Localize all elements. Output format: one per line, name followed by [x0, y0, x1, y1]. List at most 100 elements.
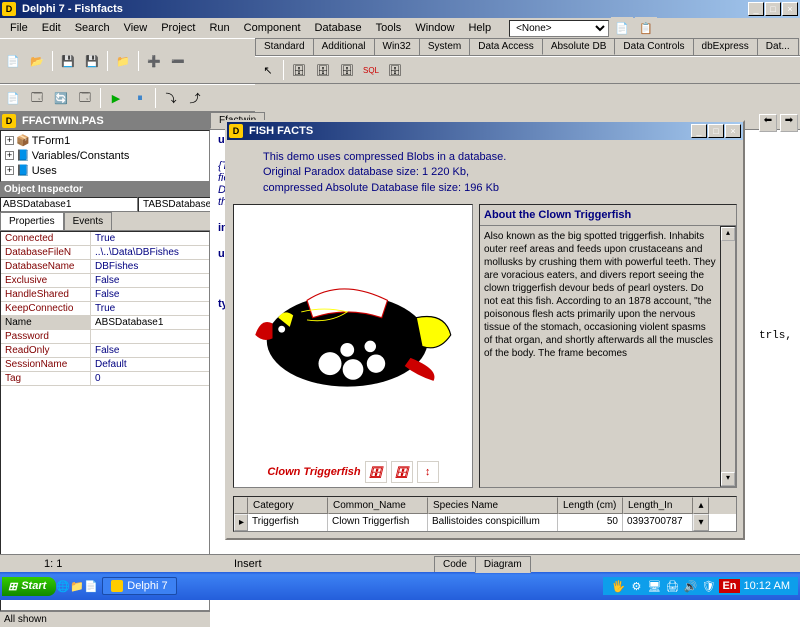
oi-prop-value[interactable]: True: [91, 302, 209, 315]
diagram-tab[interactable]: Diagram: [475, 556, 531, 573]
oi-prop-value[interactable]: ABSDatabase1: [91, 316, 209, 329]
oi-prop-value[interactable]: DBFishes: [91, 260, 209, 273]
oi-prop-name[interactable]: HandleShared: [1, 288, 91, 301]
oi-prop-name[interactable]: KeepConnectio: [1, 302, 91, 315]
palette-tab-absolutedb[interactable]: Absolute DB: [542, 38, 616, 55]
oi-prop-value[interactable]: 0: [91, 372, 209, 385]
oi-prop-value[interactable]: False: [91, 274, 209, 287]
code-tree[interactable]: +📦TForm1 +📘Variables/Constants +📘Uses: [0, 130, 210, 182]
grid-cell[interactable]: Ballistoides conspicillum: [428, 514, 558, 531]
grid-cell[interactable]: Clown Triggerfish: [328, 514, 428, 531]
menu-view[interactable]: View: [118, 20, 154, 36]
minimize-button[interactable]: _: [691, 124, 707, 138]
oi-prop-name[interactable]: ReadOnly: [1, 344, 91, 357]
quicklaunch-icon[interactable]: 📄: [84, 579, 98, 593]
maximize-button[interactable]: □: [765, 2, 781, 16]
menu-database[interactable]: Database: [309, 20, 368, 36]
project-combo[interactable]: <None>: [509, 20, 609, 37]
palette-tab-win32[interactable]: Win32: [374, 38, 420, 55]
oi-prop-value[interactable]: [91, 330, 209, 343]
oi-prop-value[interactable]: True: [91, 232, 209, 245]
scroll-down-icon[interactable]: ▾: [721, 472, 735, 486]
oi-tab-properties[interactable]: Properties: [0, 212, 64, 230]
oi-prop-name[interactable]: DatabaseFileN: [1, 246, 91, 259]
menu-window[interactable]: Window: [409, 20, 460, 36]
menu-file[interactable]: File: [4, 20, 34, 36]
expand-icon[interactable]: +: [5, 166, 14, 175]
palette-tab-more[interactable]: Dat...: [757, 38, 799, 55]
fish-description[interactable]: Also known as the big spotted triggerfis…: [480, 226, 720, 487]
add-file-button[interactable]: ➕: [143, 50, 165, 72]
oi-tab-events[interactable]: Events: [64, 212, 113, 230]
quicklaunch-icon[interactable]: 🌐: [56, 579, 70, 593]
col-header[interactable]: Length_In: [623, 497, 693, 514]
col-header[interactable]: Category: [248, 497, 328, 514]
db-nav-icon[interactable]: 🗄: [391, 461, 413, 483]
run-button[interactable]: ▶: [105, 87, 127, 109]
toggle-button[interactable]: 🔄: [50, 87, 72, 109]
expand-icon[interactable]: +: [5, 136, 14, 145]
oi-prop-name[interactable]: Password: [1, 330, 91, 343]
quicklaunch-icon[interactable]: 📁: [70, 579, 84, 593]
col-header[interactable]: Species Name: [428, 497, 558, 514]
pause-button[interactable]: ⏸: [129, 87, 151, 109]
taskbar-item[interactable]: Delphi 7: [102, 577, 176, 595]
menu-search[interactable]: Search: [69, 20, 116, 36]
menu-project[interactable]: Project: [155, 20, 201, 36]
language-indicator[interactable]: En: [719, 579, 739, 593]
component-sql-icon[interactable]: SQL: [360, 59, 382, 81]
code-tab[interactable]: Code: [434, 556, 476, 572]
oi-prop-value[interactable]: False: [91, 288, 209, 301]
db-nav-icon[interactable]: ↕: [417, 461, 439, 483]
new-form-button[interactable]: 🗔: [74, 87, 96, 109]
fish-data-grid[interactable]: Category Common_Name Species Name Length…: [233, 496, 737, 532]
forward-icon[interactable]: ➡: [780, 114, 798, 132]
minimize-button[interactable]: _: [748, 2, 764, 16]
col-header[interactable]: Common_Name: [328, 497, 428, 514]
grid-cell[interactable]: Triggerfish: [248, 514, 328, 531]
palette-tab-system[interactable]: System: [419, 38, 470, 55]
start-button[interactable]: ⊞ Start: [2, 577, 56, 596]
palette-tab-dataaccess[interactable]: Data Access: [469, 38, 543, 55]
saveall-button[interactable]: 💾: [81, 50, 103, 72]
palette-tab-standard[interactable]: Standard: [255, 38, 314, 55]
menu-help[interactable]: Help: [462, 20, 497, 36]
scroll-up-icon[interactable]: ▴: [693, 497, 709, 514]
palette-tab-additional[interactable]: Additional: [313, 38, 375, 55]
component-icon[interactable]: 🗄: [336, 59, 358, 81]
remove-file-button[interactable]: ➖: [167, 50, 189, 72]
tray-icon[interactable]: 🖥: [647, 579, 661, 593]
open-project-button[interactable]: 📁: [112, 50, 134, 72]
view-form-button[interactable]: 🗔: [26, 87, 48, 109]
oi-prop-name[interactable]: SessionName: [1, 358, 91, 371]
oi-prop-value[interactable]: False: [91, 344, 209, 357]
step-button[interactable]: ⤵: [160, 87, 182, 109]
col-header[interactable]: Length (cm): [558, 497, 623, 514]
new-button[interactable]: 📄: [2, 50, 24, 72]
open-button[interactable]: 📂: [26, 50, 48, 72]
toolbar-icon[interactable]: 📄: [611, 17, 633, 39]
save-button[interactable]: 💾: [57, 50, 79, 72]
arrow-icon[interactable]: ↖: [257, 59, 279, 81]
oi-prop-value[interactable]: Default: [91, 358, 209, 371]
expand-icon[interactable]: +: [5, 151, 14, 160]
tray-icon[interactable]: 🛡: [701, 579, 715, 593]
tray-icon[interactable]: 🖐: [611, 579, 625, 593]
oi-prop-name[interactable]: Exclusive: [1, 274, 91, 287]
oi-prop-name[interactable]: Connected: [1, 232, 91, 245]
palette-tab-datacontrols[interactable]: Data Controls: [614, 38, 693, 55]
grid-cell[interactable]: 0393700787: [623, 514, 693, 531]
close-button[interactable]: ×: [782, 2, 798, 16]
back-icon[interactable]: ⬅: [759, 114, 777, 132]
menu-component[interactable]: Component: [238, 20, 307, 36]
grid-cell[interactable]: 50: [558, 514, 623, 531]
scroll-down-icon[interactable]: ▾: [693, 514, 709, 531]
component-icon[interactable]: 🗄: [384, 59, 406, 81]
maximize-button[interactable]: □: [708, 124, 724, 138]
fishfacts-titlebar[interactable]: D FISH FACTS _ □ ×: [227, 122, 743, 140]
tray-icon[interactable]: 🔊: [683, 579, 697, 593]
tray-icon[interactable]: ⚙: [629, 579, 643, 593]
component-icon[interactable]: 🗄: [288, 59, 310, 81]
clock[interactable]: 10:12 AM: [744, 580, 790, 592]
view-unit-button[interactable]: 📄: [2, 87, 24, 109]
